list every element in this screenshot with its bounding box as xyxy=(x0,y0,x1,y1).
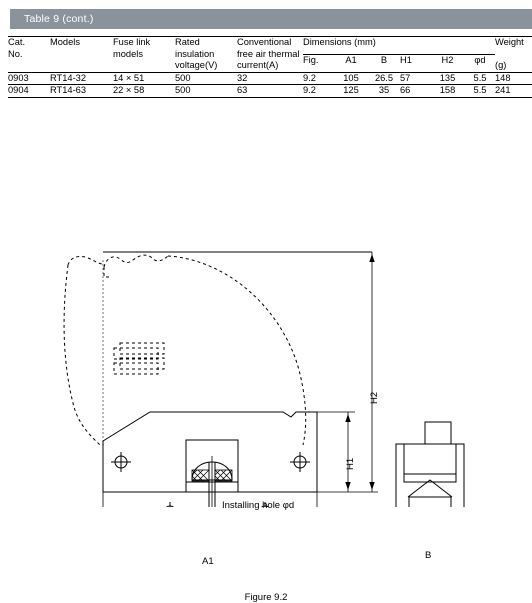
side-view-upper-block xyxy=(403,443,457,483)
figure-9-2-svg xyxy=(63,251,465,577)
label-h2: H2 xyxy=(369,391,380,404)
side-view-gable-body xyxy=(408,496,452,540)
header-rated-insulation-voltage: Rated insulation voltage(V) xyxy=(175,36,237,73)
header-cat-no: Cat. No. xyxy=(8,36,50,73)
h1-arrow-bottom xyxy=(345,482,351,490)
cell-models: RT14-63 xyxy=(50,85,87,96)
mounting-hole-top-right xyxy=(290,452,310,472)
h2-arrow-bottom xyxy=(369,482,375,490)
dashed-step-notch xyxy=(103,267,112,278)
dashed-contour-top xyxy=(103,254,169,268)
table-title-banner: Table 9 (cont.) xyxy=(10,9,532,29)
dashed-outline-left xyxy=(63,264,101,446)
header-h2: H2 xyxy=(441,54,454,65)
header-fig: Fig. xyxy=(303,54,319,65)
cell-conventional-current: 32 xyxy=(237,72,248,83)
side-view-body xyxy=(395,443,465,577)
side-view-gable-roof xyxy=(407,479,453,498)
cell-phi-d: 5.5 xyxy=(473,72,487,83)
specification-table-container: Cat. No. Models Fuse link models Rated i… xyxy=(8,36,532,98)
cell-fig: 9.2 xyxy=(303,85,316,96)
cell-weight: 241 xyxy=(495,85,511,96)
h1-arrow-top xyxy=(345,414,351,422)
cell-models: RT14-32 xyxy=(50,72,87,83)
header-fuse-link-models: Fuse link models xyxy=(113,36,175,73)
specification-table: Cat. No. Models Fuse link models Rated i… xyxy=(8,36,532,98)
body-top-profile xyxy=(102,411,318,442)
hatch-right xyxy=(214,469,233,482)
cell-b: 35 xyxy=(378,85,390,96)
cell-h1: 57 xyxy=(400,72,411,83)
header-phi-d: φd xyxy=(474,54,486,65)
cell-weight: 148 xyxy=(495,72,511,83)
mounting-hole-bottom-left xyxy=(160,502,180,522)
table-row: 0903 RT14-32 14 × 51 500 32 9.2 105 26.5… xyxy=(8,72,532,85)
cell-h2: 158 xyxy=(439,85,456,96)
cell-conventional-current: 63 xyxy=(237,85,248,96)
header-weight: Weight (g) xyxy=(495,36,532,73)
cell-h2: 135 xyxy=(439,72,456,83)
label-b: B xyxy=(425,550,432,561)
header-conventional-free-air-thermal-current: Conventional free air thermal current(A) xyxy=(237,36,303,73)
cell-rated-voltage: 500 xyxy=(175,85,191,96)
label-a1: A1 xyxy=(202,556,214,567)
body-bottom-profile xyxy=(103,481,317,493)
header-a1: A1 xyxy=(345,54,357,65)
header-b: B xyxy=(380,54,388,65)
header-dimensions-group: Dimensions (mm) xyxy=(303,36,495,55)
table-group-header-row: Cat. No. Models Fuse link models Rated i… xyxy=(8,36,532,73)
cell-cat-no: 0903 xyxy=(8,72,29,83)
hatch-left xyxy=(191,469,210,482)
cell-rated-voltage: 500 xyxy=(175,72,191,83)
figure-caption: Figure 9.2 xyxy=(244,592,288,603)
cell-fuse-link: 22 × 58 xyxy=(113,85,145,96)
cell-fuse-link: 14 × 51 xyxy=(113,72,145,83)
h2-arrow-top xyxy=(369,254,375,262)
table-row: 0904 RT14-63 22 × 58 500 63 9.2 125 35 6… xyxy=(8,84,532,98)
cell-cat-no: 0904 xyxy=(8,85,29,96)
dashed-outline-left-top xyxy=(67,255,104,266)
dashed-cover-arc xyxy=(167,255,307,446)
cell-fig: 9.2 xyxy=(303,72,316,83)
label-h1: H1 xyxy=(345,457,356,470)
cell-a1: 125 xyxy=(343,85,359,96)
side-view-top-boss xyxy=(424,421,452,445)
technical-drawing: H2 H1 A1 B Installing hole φd Figure 9.2 xyxy=(0,112,532,603)
cell-phi-d: 5.5 xyxy=(473,85,487,96)
header-h1: H1 xyxy=(400,54,412,65)
cell-b: 26.5 xyxy=(374,72,394,83)
header-models: Models xyxy=(50,36,113,73)
document-page: Table 9 (cont.) Cat. No. Models Fuse lin… xyxy=(0,0,532,603)
label-installing-hole: Installing hole φd xyxy=(222,500,295,511)
mounting-hole-top-left xyxy=(111,452,131,472)
cell-h1: 66 xyxy=(400,85,411,96)
cell-a1: 105 xyxy=(343,72,359,83)
